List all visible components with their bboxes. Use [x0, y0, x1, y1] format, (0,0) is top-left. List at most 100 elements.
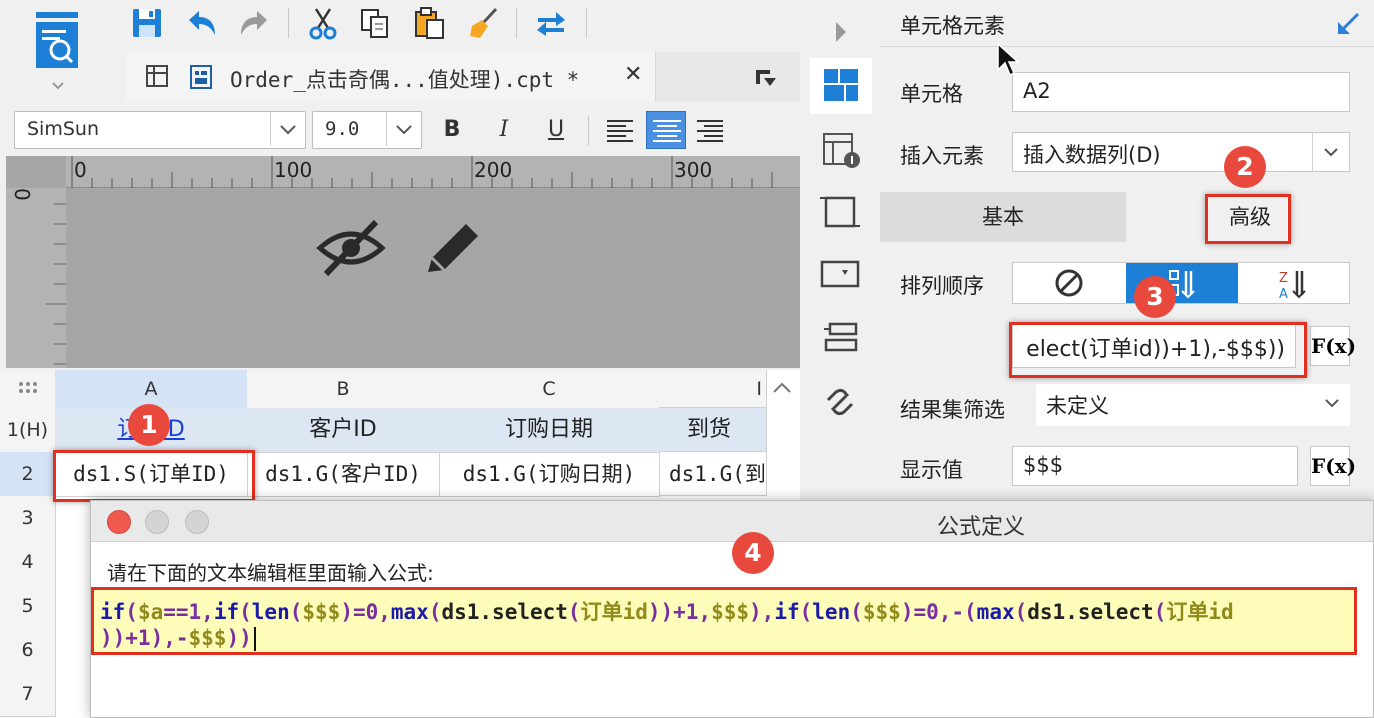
save-button[interactable] [130, 6, 164, 40]
formula-token: if [774, 600, 800, 624]
ruler-mark: 0 [10, 188, 34, 201]
sort-formula-fx-button[interactable]: F(x) [1310, 326, 1356, 366]
select-all-corner[interactable] [0, 370, 56, 409]
align-right-icon[interactable] [694, 114, 726, 146]
no-sort-icon[interactable] [1013, 263, 1125, 303]
formula-token: ))+1, [647, 600, 712, 624]
horizontal-ruler: 0 100 200 300 [66, 156, 800, 188]
dock-arrow-icon[interactable] [1334, 10, 1362, 38]
display-value-label: 显示值 [900, 458, 963, 482]
dialog-title: 公式定义 [937, 515, 1026, 540]
cell-d2[interactable]: ds1.G(到 [659, 452, 767, 496]
formula-token: max [976, 600, 1015, 624]
rail-cell-element[interactable] [810, 58, 872, 114]
formula-token: 订单id [1166, 600, 1234, 624]
edit-pencil-icon[interactable] [420, 216, 486, 280]
underline-button[interactable]: U [540, 114, 572, 146]
row-header[interactable]: 1(H) [0, 408, 56, 453]
cell-b2[interactable]: ds1.G(客户ID) [247, 452, 440, 497]
highlight-sort-formula [1009, 322, 1307, 378]
formula-token: ( [1153, 600, 1167, 624]
format-brush-icon [470, 7, 498, 38]
chevron-down-icon [1312, 133, 1338, 171]
display-value-input[interactable]: $$$ [1012, 446, 1298, 486]
italic-button[interactable]: I [488, 114, 520, 146]
format-bar: SimSun 9.0 B I U [0, 104, 800, 154]
cut-button[interactable] [306, 6, 340, 40]
formula-token: ( [239, 600, 252, 624]
switch-icon [537, 12, 565, 36]
insert-element-select[interactable]: 插入数据列(D) [1012, 132, 1350, 172]
bold-button[interactable]: B [436, 114, 468, 146]
ruler-mark: 0 [74, 158, 87, 182]
formula-token: )=0, [340, 600, 391, 624]
preview-button[interactable] [0, 0, 120, 100]
scroll-up-icon[interactable] [768, 374, 796, 402]
dialog-title-bar: 公式定义 [91, 501, 1373, 542]
column-header-d[interactable]: I [659, 370, 767, 408]
collapse-arrow-icon[interactable] [814, 8, 866, 60]
formula-token: ( [567, 600, 581, 624]
formula-token: len [812, 600, 851, 624]
hide-icon[interactable] [316, 216, 386, 280]
column-header-a[interactable]: A [55, 370, 248, 409]
font-family-select[interactable]: SimSun [14, 111, 306, 149]
callout-2: 2 [1224, 146, 1266, 188]
row-header[interactable]: 6 [0, 628, 56, 673]
sort-order-label: 排列顺序 [900, 274, 984, 298]
cell-d1[interactable]: 到货 [659, 408, 767, 452]
redo-button[interactable] [238, 6, 272, 40]
formula-token: 订单id [580, 600, 648, 624]
formula-editor[interactable]: if($a==1,if(len($$$)=0,max(ds1.select(订单… [91, 587, 1357, 655]
condition-icon[interactable] [814, 312, 866, 364]
copy-button[interactable] [358, 6, 392, 40]
format-brush-button[interactable] [466, 6, 500, 40]
column-header-c[interactable]: C [439, 370, 660, 409]
cell-attribute-icon[interactable] [814, 124, 866, 176]
switch-button[interactable] [534, 6, 568, 40]
insert-element-label: 插入元素 [900, 144, 984, 168]
cell-c1[interactable]: 订购日期 [439, 408, 660, 453]
hyperlink-icon[interactable] [814, 376, 866, 428]
row-header[interactable]: 5 [0, 584, 56, 629]
formula-dialog: 公式定义 请在下面的文本编辑框里面输入公式: if($a==1,if(len($… [90, 500, 1374, 718]
cell-name-input[interactable]: A2 [1012, 72, 1350, 112]
row-header[interactable]: 2 [0, 452, 56, 497]
formula-token: ds1.select [1027, 600, 1154, 624]
cell-b1[interactable]: 客户ID [247, 408, 440, 453]
cell-label: 单元格 [900, 82, 963, 106]
panel-title: 单元格元素 [900, 14, 1005, 38]
cell-c2[interactable]: ds1.G(订购日期) [439, 452, 660, 497]
row-header[interactable]: 3 [0, 496, 56, 541]
align-left-icon[interactable] [604, 114, 636, 146]
column-header-b[interactable]: B [247, 370, 440, 409]
sort-descending-icon[interactable]: ZA [1239, 263, 1351, 303]
display-value-fx-button[interactable]: F(x) [1310, 446, 1356, 486]
cut-icon [309, 8, 337, 40]
paste-icon [415, 7, 444, 39]
paste-button[interactable] [412, 6, 446, 40]
row-header[interactable]: 7 [0, 672, 56, 717]
row-header[interactable]: 4 [0, 540, 56, 585]
font-size-select[interactable]: 9.0 [312, 111, 422, 149]
align-center-button[interactable] [646, 111, 686, 149]
filter-select[interactable]: 未定义 [1036, 384, 1350, 426]
formula-token: ( [1014, 600, 1028, 624]
formula-token: $$$ [188, 626, 227, 650]
tab-document[interactable]: Order_点击奇偶...值处理).cpt * ✕ [126, 52, 656, 102]
tab-basic[interactable]: 基本 [880, 192, 1126, 242]
undo-button[interactable] [184, 6, 218, 40]
highlight-tab-advanced [1205, 194, 1291, 244]
tab-menu-icon[interactable] [750, 62, 780, 92]
formula-token: )) [226, 626, 252, 650]
close-tab-icon[interactable]: ✕ [624, 62, 642, 87]
formula-token: len [251, 600, 290, 624]
maximize-window-button[interactable] [185, 510, 209, 534]
border-icon[interactable] [814, 186, 866, 238]
minimize-window-button[interactable] [145, 510, 169, 534]
widget-icon[interactable] [814, 248, 866, 300]
close-window-button[interactable] [107, 510, 131, 534]
preview-icon [36, 12, 78, 90]
dialog-prompt: 请在下面的文本编辑框里面输入公式: [107, 561, 434, 585]
svg-text:A: A [1279, 287, 1288, 302]
